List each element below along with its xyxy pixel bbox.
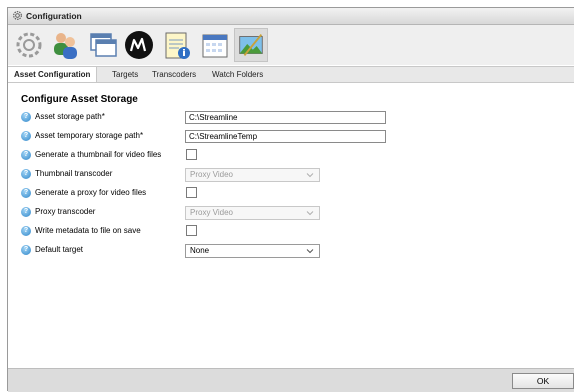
storage-path-input[interactable]: C:\Streamline — [185, 111, 386, 124]
temp-path-label: Asset temporary storage path* — [35, 131, 144, 140]
write-metadata-label: Write metadata to file on save — [35, 226, 141, 235]
help-icon[interactable]: ? — [21, 226, 31, 236]
help-icon[interactable]: ? — [21, 169, 31, 179]
temp-path-row: ? Asset temporary storage path* C:\Strea… — [21, 130, 421, 144]
thumb-transcoder-label: Thumbnail transcoder — [35, 169, 113, 178]
tab-targets[interactable]: Targets — [106, 67, 144, 82]
chevron-down-icon — [306, 211, 314, 216]
tab-strip: Asset Configuration Targets Transcoders … — [8, 66, 574, 83]
default-target-label: Default target — [35, 245, 84, 254]
notepad-info-icon[interactable] — [160, 28, 194, 62]
gear-icon[interactable] — [12, 28, 46, 62]
help-icon[interactable]: ? — [21, 245, 31, 255]
proxy-transcoder-value: Proxy Video — [190, 208, 233, 217]
default-target-value: None — [190, 246, 210, 255]
write-metadata-checkbox[interactable] — [186, 225, 197, 236]
window-title: Configuration — [26, 11, 82, 21]
configuration-window: Configuration Asset Configuration Target… — [7, 7, 574, 392]
landscape-image-icon[interactable] — [234, 28, 268, 62]
users-icon[interactable] — [48, 28, 82, 62]
help-icon[interactable]: ? — [21, 188, 31, 198]
temp-path-input[interactable]: C:\StreamlineTemp — [185, 130, 386, 143]
gen-proxy-checkbox[interactable] — [186, 187, 197, 198]
default-target-select[interactable]: None — [185, 244, 320, 258]
gen-proxy-label: Generate a proxy for video files — [35, 188, 147, 197]
m-logo-icon[interactable] — [122, 28, 156, 62]
gen-thumbnail-checkbox[interactable] — [186, 149, 197, 160]
storage-path-label: Asset storage path* — [35, 112, 105, 121]
default-target-row: ? Default target None — [21, 244, 421, 258]
chevron-down-icon — [306, 249, 314, 254]
calendar-icon[interactable] — [198, 28, 232, 62]
storage-path-row: ? Asset storage path* C:\Streamline — [21, 111, 421, 125]
gen-proxy-row: ? Generate a proxy for video files — [21, 187, 421, 201]
thumb-transcoder-value: Proxy Video — [190, 170, 233, 179]
proxy-transcoder-row: ? Proxy transcoder Proxy Video — [21, 206, 421, 220]
help-icon[interactable]: ? — [21, 131, 31, 141]
proxy-transcoder-label: Proxy transcoder — [35, 207, 96, 216]
thumb-transcoder-row: ? Thumbnail transcoder Proxy Video — [21, 168, 421, 182]
gen-thumbnail-row: ? Generate a thumbnail for video files — [21, 149, 421, 163]
gen-thumbnail-label: Generate a thumbnail for video files — [35, 150, 162, 159]
tab-asset-configuration[interactable]: Asset Configuration — [8, 67, 98, 82]
tab-transcoders[interactable]: Transcoders — [146, 67, 202, 82]
thumb-transcoder-select[interactable]: Proxy Video — [185, 168, 320, 182]
ok-button[interactable]: OK — [512, 373, 574, 389]
windows-icon[interactable] — [86, 28, 120, 62]
dialog-footer: OK — [8, 368, 574, 392]
title-bar: Configuration — [8, 8, 574, 25]
tab-watch-folders[interactable]: Watch Folders — [206, 67, 269, 82]
proxy-transcoder-select[interactable]: Proxy Video — [185, 206, 320, 220]
icon-toolbar — [8, 25, 574, 65]
help-icon[interactable]: ? — [21, 207, 31, 217]
section-heading: Configure Asset Storage — [21, 94, 138, 105]
chevron-down-icon — [306, 173, 314, 178]
help-icon[interactable]: ? — [21, 150, 31, 160]
gear-icon — [13, 11, 22, 20]
help-icon[interactable]: ? — [21, 112, 31, 122]
write-metadata-row: ? Write metadata to file on save — [21, 225, 421, 239]
